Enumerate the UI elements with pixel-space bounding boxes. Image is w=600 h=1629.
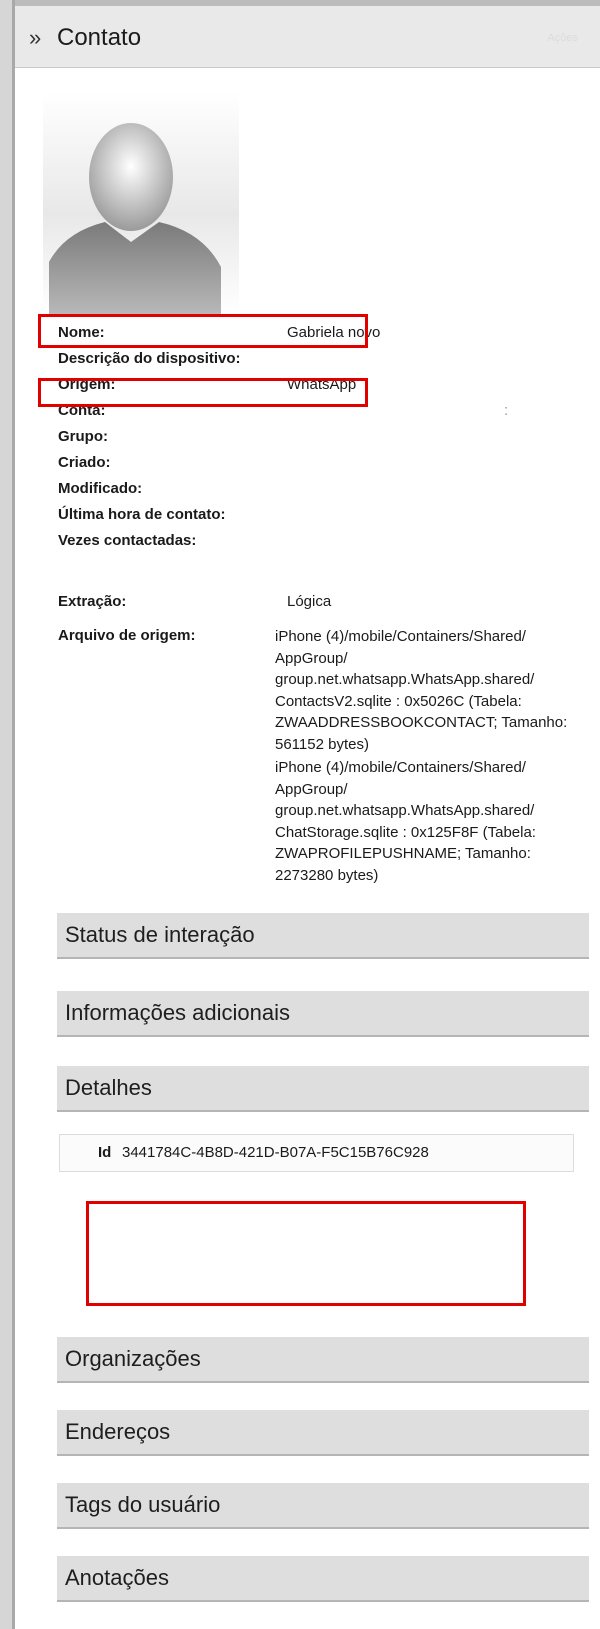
section-label: Anotações <box>65 1565 169 1590</box>
section-interaction-status[interactable]: Status de interação <box>57 913 589 959</box>
prop-label: Vezes contactadas: <box>58 532 197 549</box>
prop-label: Arquivo de origem: <box>58 627 196 644</box>
prop-label: Modificado: <box>58 480 143 497</box>
highlight-box-empty <box>86 1201 526 1306</box>
details-id-row: Id 3441784C-4B8D-421D-B07A-F5C15B76C928 <box>59 1134 574 1172</box>
contact-panel: » Contato Ações Nome: Gabriela novo Desc… <box>12 0 600 1629</box>
header-faint-text: Ações <box>547 32 578 44</box>
section-label: Informações adicionais <box>65 1000 291 1025</box>
prop-label: Extração: <box>58 593 127 610</box>
section-additional-info[interactable]: Informações adicionais <box>57 991 589 1037</box>
source-file-list: iPhone (4)/mobile/Containers/Shared/ App… <box>275 626 575 888</box>
prop-label: Grupo: <box>58 428 108 445</box>
highlight-box-name <box>38 314 368 348</box>
section-details[interactable]: Detalhes <box>57 1066 589 1112</box>
prop-label: Criado: <box>58 454 111 471</box>
highlight-box-origin <box>38 378 368 407</box>
section-user-tags[interactable]: Tags do usuário <box>57 1483 589 1529</box>
section-organizations[interactable]: Organizações <box>57 1337 589 1383</box>
person-silhouette-icon <box>43 92 239 314</box>
prop-value: Lógica <box>287 593 332 610</box>
panel-header: » Contato Ações <box>15 0 600 68</box>
source-file-entry: iPhone (4)/mobile/Containers/Shared/ App… <box>275 759 536 884</box>
prop-label: Última hora de contato: <box>58 506 226 523</box>
panel-title: Contato <box>57 24 142 51</box>
section-label: Organizações <box>65 1346 201 1371</box>
section-label: Status de interação <box>65 922 255 947</box>
contact-avatar <box>43 92 239 314</box>
section-label: Detalhes <box>65 1075 152 1100</box>
section-addresses[interactable]: Endereços <box>57 1410 589 1456</box>
source-file-entry: iPhone (4)/mobile/Containers/Shared/ App… <box>275 628 568 753</box>
section-notes[interactable]: Anotações <box>57 1556 589 1602</box>
id-value: 3441784C-4B8D-421D-B07A-F5C15B76C928 <box>122 1144 429 1161</box>
prop-value: : <box>504 402 509 419</box>
collapse-chevron-icon[interactable]: » <box>29 25 41 51</box>
id-label: Id <box>98 1144 112 1161</box>
prop-label: Descrição do dispositivo: <box>58 350 241 367</box>
section-label: Endereços <box>65 1419 171 1444</box>
section-label: Tags do usuário <box>65 1492 221 1517</box>
